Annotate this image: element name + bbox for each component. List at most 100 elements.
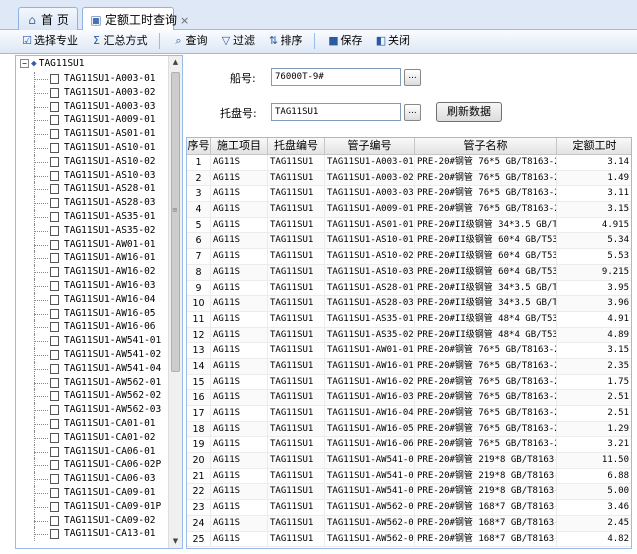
col-header-pipe-name[interactable]: 管子名称 [415,138,557,155]
tree-root[interactable]: − ◆ TAG11SU1 [20,58,85,72]
col-header-project[interactable]: 施工项目 [211,138,268,155]
tray-number-field[interactable]: TAG11SU1 [271,103,401,121]
cell-quota-hours: 1.29 [557,422,631,438]
col-header-tray[interactable]: 托盘编号 [268,138,325,155]
sort-button[interactable]: ⇅ 排序 [267,33,303,51]
ship-browse-button[interactable]: ... [404,69,421,86]
tree-item[interactable]: TAG11SU1-CA09-01 [28,485,168,500]
document-icon [50,211,59,222]
table-row[interactable]: 15 AG11S TAG11SU1 TAG11SU1-AW16-02 PRE-20#钢管… [187,374,631,391]
col-header-seq[interactable]: 序号 [187,138,211,155]
scroll-thumb[interactable] [171,72,180,372]
tree-item[interactable]: TAG11SU1-AS28-03 [28,196,168,210]
table-row[interactable]: 7 AG11S TAG11SU1 TAG11SU1-AS10-02 PRE-20#II级… [187,249,631,265]
col-header-pipe-number[interactable]: 管子编号 [325,138,415,155]
table-row[interactable]: 20 AG11S TAG11SU1 TAG11SU1-AW541-01 PRE-20#钢… [187,453,631,469]
tree-item[interactable]: TAG11SU1-A003-03 [28,99,168,114]
tree-item[interactable]: TAG11SU1-AW16-03 [28,278,168,293]
collapse-icon[interactable]: − [20,59,29,68]
tree-item[interactable]: TAG11SU1-AW16-01 [28,251,168,266]
tree-item[interactable]: TAG11SU1-AW16-05 [28,306,168,321]
tray-tree[interactable]: − ◆ TAG11SU1 TAG11SU1-A003-01 TAG11SU1-A003… [15,55,183,549]
table-row[interactable]: 4 AG11S TAG11SU1 TAG11SU1-A009-01 PRE-20#钢管 … [187,202,631,218]
tree-item[interactable]: TAG11SU1-A003-02 [28,85,168,100]
tree-item[interactable]: TAG11SU1-CA01-02 [28,430,168,445]
tree-item[interactable]: TAG11SU1-AW16-04 [28,292,168,307]
document-icon [50,377,59,388]
select-specialty-button[interactable]: ☑ 选择专业 [20,33,78,51]
tree-item[interactable]: TAG11SU1-CA09-01P [28,499,168,514]
tree-item[interactable]: TAG11SU1-AW16-02 [28,265,168,279]
col-header-quota-hours[interactable]: 定额工时 [557,138,631,155]
ship-number-field[interactable]: 76000T-9# [271,68,401,86]
tree-item[interactable]: TAG11SU1-AW16-06 [28,320,168,335]
tree-scrollbar[interactable]: ▲ ≡ ▼ [168,56,182,548]
cell-tray: TAG11SU1 [268,280,325,297]
tree-item[interactable]: TAG11SU1-AS35-02 [28,223,168,238]
table-row[interactable]: 16 AG11S TAG11SU1 TAG11SU1-AW16-03 PRE-20#钢管… [187,390,631,406]
tree-item[interactable]: TAG11SU1-AS10-03 [28,168,168,183]
filter-button[interactable]: ▽ 过滤 [219,33,255,51]
close-icon: ◧ [375,34,387,47]
table-row[interactable]: 10 AG11S TAG11SU1 TAG11SU1-AS28-03 PRE-20#II… [187,296,631,312]
tree-item[interactable]: TAG11SU1-AS10-02 [28,154,168,169]
table-row[interactable]: 6 AG11S TAG11SU1 TAG11SU1-AS10-01 PRE-20#II级… [187,233,631,250]
tree-item[interactable]: TAG11SU1-AW01-01 [28,237,168,252]
document-icon [50,336,59,347]
table-row[interactable]: 14 AG11S TAG11SU1 TAG11SU1-AW16-01 PRE-20#钢管… [187,358,631,375]
tree-item[interactable]: TAG11SU1-CA06-01 [28,444,168,459]
tree-item[interactable]: TAG11SU1-AW562-01 [28,375,168,390]
tree-item[interactable]: TAG11SU1-AW562-03 [28,403,168,417]
table-row[interactable]: 9 AG11S TAG11SU1 TAG11SU1-AS28-01 PRE-20#II级… [187,280,631,297]
tree-item[interactable]: TAG11SU1-CA09-02 [28,513,168,528]
tray-browse-button[interactable]: ... [404,104,421,121]
table-row[interactable]: 8 AG11S TAG11SU1 TAG11SU1-AS10-03 PRE-20#II级… [187,264,631,281]
cell-tray: TAG11SU1 [268,437,325,454]
tree-item[interactable]: TAG11SU1-AS10-01 [28,140,168,155]
table-row[interactable]: 17 AG11S TAG11SU1 TAG11SU1-AW16-04 PRE-20#钢管… [187,406,631,422]
cell-pipe-number: TAG11SU1-AS35-02 [325,327,415,344]
cell-tray: TAG11SU1 [268,170,325,187]
tree-item[interactable]: TAG11SU1-AS01-01 [28,127,168,141]
table-row[interactable]: 23 AG11S TAG11SU1 TAG11SU1-AW562-01 PRE-20#钢… [187,500,631,516]
tree-item[interactable]: TAG11SU1-A003-01 [28,72,168,86]
close-tab-icon[interactable]: × [180,14,189,27]
tree-item[interactable]: TAG11SU1-AS28-01 [28,182,168,197]
table-row[interactable]: 22 AG11S TAG11SU1 TAG11SU1-AW541-04 PRE-20#钢… [187,484,631,501]
table-row[interactable]: 3 AG11S TAG11SU1 TAG11SU1-A003-03 PRE-20#钢管 … [187,186,631,203]
close-label: 关闭 [388,34,410,47]
tree-item[interactable]: TAG11SU1-CA06-03 [28,472,168,486]
table-row[interactable]: 5 AG11S TAG11SU1 TAG11SU1-AS01-01 PRE-20#II级… [187,217,631,234]
tab-home[interactable]: ⌂ 首 页 [18,7,78,30]
tree-item[interactable]: TAG11SU1-CA13-01 [28,527,168,542]
home-icon: ⌂ [28,13,36,27]
table-row[interactable]: 13 AG11S TAG11SU1 TAG11SU1-AW01-01 PRE-20#钢管… [187,343,631,359]
scroll-down-icon[interactable]: ▼ [169,535,182,548]
tree-item[interactable]: TAG11SU1-AW541-02 [28,347,168,362]
summary-mode-button[interactable]: Σ 汇总方式 [90,33,147,51]
tree-item[interactable]: TAG11SU1-AW541-01 [28,334,168,348]
table-row[interactable]: 18 AG11S TAG11SU1 TAG11SU1-AW16-05 PRE-20#钢管… [187,421,631,438]
query-button[interactable]: ⌕ 查询 [172,33,207,51]
table-row[interactable]: 21 AG11S TAG11SU1 TAG11SU1-AW541-02 PRE-20#钢… [187,468,631,485]
document-icon [50,529,59,540]
tree-item[interactable]: TAG11SU1-AS35-01 [28,209,168,224]
tree-item[interactable]: TAG11SU1-CA01-01 [28,416,168,431]
tree-item[interactable]: TAG11SU1-A009-01 [28,113,168,128]
table-row[interactable]: 12 AG11S TAG11SU1 TAG11SU1-AS35-02 PRE-20#II… [187,327,631,344]
table-row[interactable]: 24 AG11S TAG11SU1 TAG11SU1-AW562-02 PRE-20#钢… [187,515,631,532]
tray-number-label: 托盘号: [220,107,257,120]
table-row[interactable]: 11 AG11S TAG11SU1 TAG11SU1-AS35-01 PRE-20#II… [187,311,631,328]
table-row[interactable]: 19 AG11S TAG11SU1 TAG11SU1-AW16-06 PRE-20#钢管… [187,437,631,454]
tab-quota-hours-query[interactable]: ▣ 定额工时查询 × [82,7,189,31]
tree-item[interactable]: TAG11SU1-AW562-02 [28,389,168,404]
tree-item[interactable]: TAG11SU1-CA06-02P [28,458,168,473]
scroll-up-icon[interactable]: ▲ [169,56,182,69]
table-row[interactable]: 2 AG11S TAG11SU1 TAG11SU1-A003-02 PRE-20#钢管 … [187,170,631,187]
tree-item[interactable]: TAG11SU1-AW541-04 [28,361,168,376]
refresh-data-button[interactable]: 刷新数据 [436,102,502,122]
table-row[interactable]: 25 AG11S TAG11SU1 TAG11SU1-AW562-03 PRE-20#钢… [187,531,631,548]
close-button[interactable]: ◧ 关闭 [374,33,410,51]
table-row[interactable]: 1 AG11S TAG11SU1 TAG11SU1-A003-01 PRE-20#钢管 … [187,155,631,171]
save-button[interactable]: ■ 保存 [327,33,362,51]
